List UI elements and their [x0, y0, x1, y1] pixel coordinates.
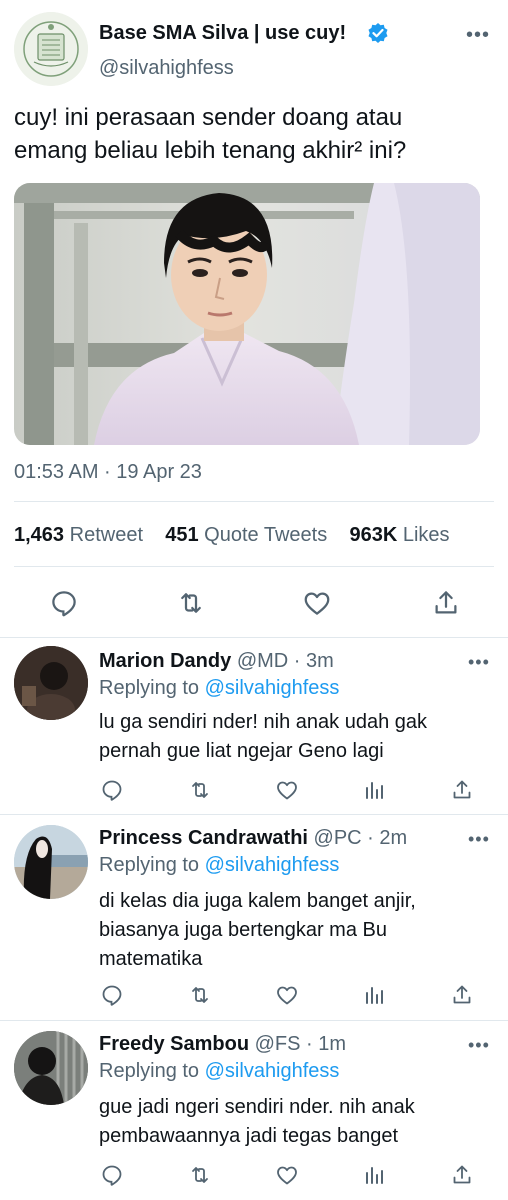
reply-text-line: pembawaannya jadi tegas banget: [99, 1125, 399, 1147]
reply-avatar[interactable]: [14, 825, 88, 899]
reply-text: di kelas dia juga kalem banget anjir, bi…: [99, 887, 494, 974]
replying-to-mention[interactable]: @silvahighfess: [205, 854, 340, 876]
author-handle[interactable]: @silvahighfess: [99, 57, 234, 80]
more-options-icon[interactable]: •••: [468, 652, 490, 673]
tweet-text: cuy! ini perasaan sender doang atau eman…: [14, 101, 499, 167]
replying-to: Replying to @silvahighfess: [99, 677, 339, 700]
reply-text-line: gue jadi ngeri sendiri nder. nih anak: [99, 1096, 415, 1118]
reply-author-name[interactable]: Freedy Sambou: [99, 1033, 249, 1055]
author-name[interactable]: Base SMA Silva | use cuy!: [99, 22, 346, 45]
reply-author-name[interactable]: Marion Dandy: [99, 650, 231, 672]
reply-icon[interactable]: [100, 1163, 124, 1187]
replying-to-label: Replying to: [99, 854, 200, 876]
retweet-icon[interactable]: [188, 1163, 212, 1187]
tweet-stats: 1,463 Retweet 451 Quote Tweets 963K Like…: [14, 524, 450, 547]
reply-text: lu ga sendiri nder! nih anak udah gak pe…: [99, 708, 494, 766]
reply-meta[interactable]: @MD · 3m: [237, 650, 334, 672]
school-logo-icon: [14, 12, 88, 86]
quote-count[interactable]: 451: [165, 524, 198, 546]
more-options-icon[interactable]: •••: [466, 24, 490, 47]
tweet-timestamp[interactable]: 01:53 AM · 19 Apr 23: [14, 461, 202, 484]
analytics-icon[interactable]: [362, 983, 386, 1007]
tweet-text-line: cuy! ini perasaan sender doang atau: [14, 104, 403, 131]
reply-meta[interactable]: @FS · 1m: [255, 1033, 346, 1055]
share-icon[interactable]: [431, 588, 461, 618]
photo-image: [14, 183, 480, 445]
like-icon[interactable]: [275, 778, 299, 802]
reply-author-name[interactable]: Princess Candrawathi: [99, 827, 308, 849]
replying-to-label: Replying to: [99, 1060, 200, 1082]
retweet-count-label[interactable]: Retweet: [70, 524, 143, 546]
retweet-icon[interactable]: [188, 983, 212, 1007]
share-icon[interactable]: [450, 778, 474, 802]
reply-text-line: lu ga sendiri nder! nih anak udah gak: [99, 711, 428, 733]
retweet-icon[interactable]: [176, 588, 206, 618]
reply-text-line: biasanya juga bertengkar ma Bu: [99, 919, 387, 941]
share-icon[interactable]: [450, 1163, 474, 1187]
reply-author-line: Marion Dandy @MD · 3m: [99, 650, 334, 673]
avatar-photo-icon: [14, 1031, 88, 1105]
reply-avatar[interactable]: [14, 1031, 88, 1105]
analytics-icon[interactable]: [362, 1163, 386, 1187]
replying-to-mention[interactable]: @silvahighfess: [205, 677, 340, 699]
reply-tweet[interactable]: Marion Dandy @MD · 3m ••• Replying to @s…: [0, 638, 508, 813]
like-count-label[interactable]: Likes: [403, 524, 450, 546]
more-options-icon[interactable]: •••: [468, 1035, 490, 1056]
reply-avatar[interactable]: [14, 646, 88, 720]
reply-tweet[interactable]: Freedy Sambou @FS · 1m ••• Replying to @…: [0, 1021, 508, 1200]
reply-icon[interactable]: [100, 778, 124, 802]
like-count[interactable]: 963K: [349, 524, 397, 546]
reply-meta[interactable]: @PC · 2m: [314, 827, 408, 849]
avatar-photo-icon: [14, 646, 88, 720]
tweet-photo[interactable]: [14, 183, 480, 445]
replying-to-mention[interactable]: @silvahighfess: [205, 1060, 340, 1082]
like-icon[interactable]: [275, 1163, 299, 1187]
more-options-icon[interactable]: •••: [468, 829, 490, 850]
main-tweet: Base SMA Silva | use cuy! @silvahighfess…: [0, 0, 508, 638]
reply-icon[interactable]: [100, 983, 124, 1007]
replying-to-label: Replying to: [99, 677, 200, 699]
reply-icon[interactable]: [49, 588, 79, 618]
like-icon[interactable]: [275, 983, 299, 1007]
reply-text-line: matematika: [99, 948, 203, 970]
like-icon[interactable]: [302, 588, 332, 618]
reply-text: gue jadi ngeri sendiri nder. nih anak pe…: [99, 1093, 494, 1151]
author-avatar[interactable]: [14, 12, 88, 86]
retweet-icon[interactable]: [188, 778, 212, 802]
reply-tweet[interactable]: Princess Candrawathi @PC · 2m ••• Replyi…: [0, 815, 508, 1020]
divider: [14, 501, 494, 502]
divider: [14, 566, 494, 567]
avatar-photo-icon: [14, 825, 88, 899]
replying-to: Replying to @silvahighfess: [99, 854, 339, 877]
reply-text-line: di kelas dia juga kalem banget anjir,: [99, 890, 416, 912]
share-icon[interactable]: [450, 983, 474, 1007]
retweet-count[interactable]: 1,463: [14, 524, 64, 546]
reply-author-line: Freedy Sambou @FS · 1m: [99, 1033, 346, 1056]
verified-badge-icon: [367, 22, 389, 44]
replying-to: Replying to @silvahighfess: [99, 1060, 339, 1083]
reply-text-line: pernah gue liat ngejar Geno lagi: [99, 740, 384, 762]
reply-author-line: Princess Candrawathi @PC · 2m: [99, 827, 407, 850]
tweet-text-line: emang beliau lebih tenang akhir² ini?: [14, 137, 407, 164]
analytics-icon[interactable]: [362, 778, 386, 802]
quote-count-label[interactable]: Quote Tweets: [204, 524, 327, 546]
